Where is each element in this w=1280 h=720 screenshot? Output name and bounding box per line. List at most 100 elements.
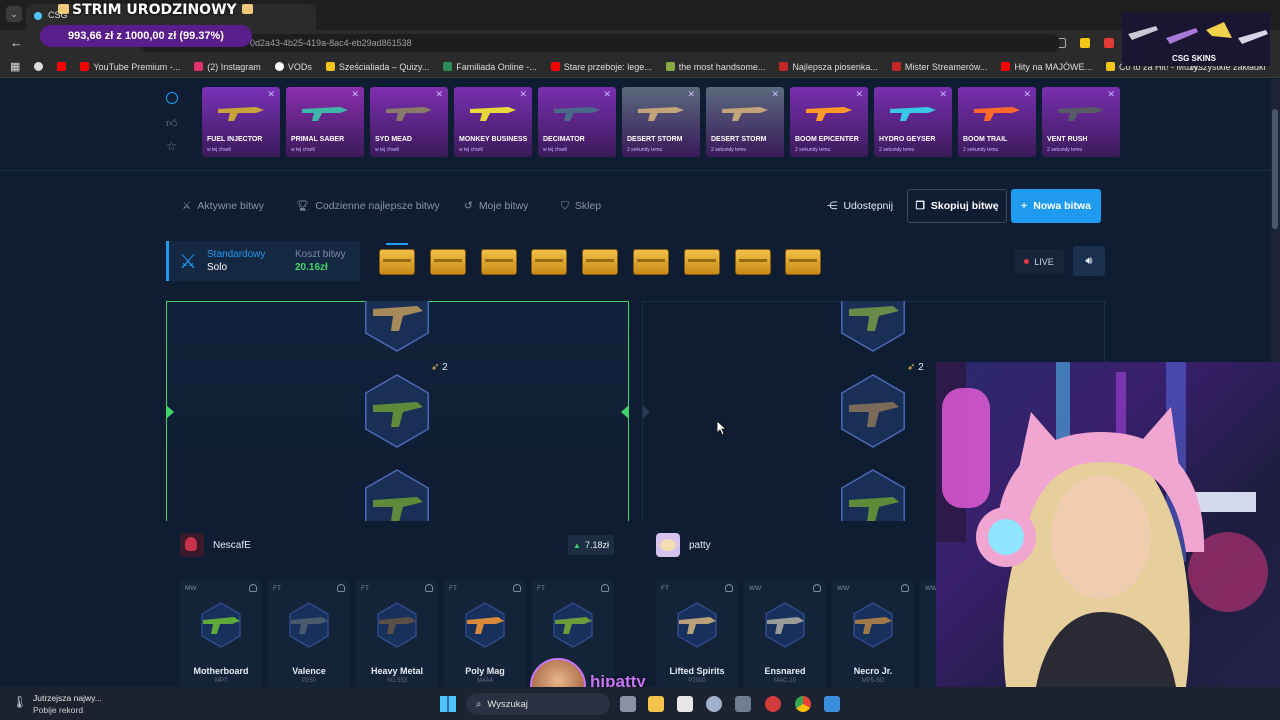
weapon-icon <box>806 107 852 121</box>
won-item-card[interactable]: WW Ensnared MAC-10 <box>744 580 826 687</box>
bookmark-item[interactable]: (2) Instagram <box>194 62 261 72</box>
url-input[interactable]: 0d2a43-4b25-419a-8ac4-eb29ad861538 <box>140 34 1060 52</box>
new-battle-label: Nowa bitwa <box>1033 200 1091 212</box>
live-drop-item[interactable]: ✕ SYD MEAD w tej chwili <box>370 87 448 157</box>
won-item-card[interactable]: FT Heavy Metal SG 553 <box>356 580 438 687</box>
sound-toggle-button[interactable]: 🔊︎ <box>1073 246 1105 276</box>
live-toggle[interactable]: LIVE <box>1014 249 1064 274</box>
bookmark-item[interactable]: Najlepsza piosenka... <box>779 62 878 72</box>
bookmark-item[interactable]: Hity na MAJÓWE... <box>1001 62 1092 72</box>
nav-active-battles[interactable]: ⚔ Aktywne bitwy <box>182 189 264 223</box>
task-view-icon[interactable] <box>620 696 636 712</box>
live-drop-item[interactable]: ✕ DECIMATOR w tej chwili <box>538 87 616 157</box>
extension-icon[interactable] <box>1104 38 1114 48</box>
chrome-icon[interactable] <box>795 696 811 712</box>
case-icon[interactable] <box>734 249 771 275</box>
item-type: MP7 <box>214 678 228 684</box>
bookmark-item[interactable]: the most handsome... <box>665 62 765 72</box>
avatar[interactable] <box>656 533 680 557</box>
favorite-icon[interactable] <box>901 584 909 592</box>
bookmark-item[interactable]: Stare przeboje: lege... <box>550 62 652 72</box>
copy-battle-button[interactable]: ❐ Skopiuj bitwę <box>907 189 1007 223</box>
back-icon[interactable]: ← <box>10 35 23 50</box>
favorite-icon[interactable] <box>513 584 521 592</box>
live-drop-item[interactable]: ✕ MONKEY BUSINESS w tej chwili <box>454 87 532 157</box>
case-icon[interactable] <box>683 249 720 275</box>
case-icon[interactable] <box>785 249 822 275</box>
close-icon[interactable]: ✕ <box>267 89 275 100</box>
share-button[interactable]: ⋲ Udostępnij <box>824 189 896 223</box>
won-item-card[interactable]: MW Motherboard MP7 <box>180 580 262 687</box>
favorite-icon[interactable] <box>425 584 433 592</box>
bookmark-item[interactable]: Sześcialiada – Quizy... <box>325 62 429 72</box>
favorite-icon[interactable] <box>249 584 257 592</box>
item-condition: FT <box>449 585 457 592</box>
case-icon[interactable] <box>531 249 568 275</box>
weather-icon[interactable]: 🌡︎ <box>12 695 27 709</box>
nav-daily-best[interactable]: 🏆︎ Codzienne najlepsze bitwy <box>296 189 440 223</box>
live-drop-time: 2 sekundy temu <box>879 147 915 153</box>
live-drop-item[interactable]: ✕ DESERT STORM 2 sekundy temu <box>706 87 784 157</box>
live-drop-name: BOOM EPICENTER <box>795 136 859 143</box>
bookmark-item[interactable]: Mister Streamerów... <box>891 62 987 72</box>
bookmark-item[interactable]: Familiada Online -... <box>443 62 537 72</box>
favorite-icon[interactable] <box>601 584 609 592</box>
app-icon[interactable] <box>735 696 751 712</box>
live-drop-item[interactable]: ✕ PRIMAL SABER w tej chwili <box>286 87 364 157</box>
live-drop-item[interactable]: ✕ FUEL INJECTOR w tej chwili <box>202 87 280 157</box>
windows-start-icon[interactable] <box>440 696 456 712</box>
app-icon[interactable] <box>824 696 840 712</box>
live-drop-item[interactable]: ✕ VENT RUSH 2 sekundy temu <box>1042 87 1120 157</box>
close-icon[interactable]: ✕ <box>855 89 863 100</box>
live-drop-name: BOOM TRAIL <box>963 136 1008 143</box>
close-icon[interactable]: ✕ <box>519 89 527 100</box>
settings-icon[interactable] <box>706 696 722 712</box>
live-drop-item[interactable]: ✕ BOOM TRAIL 2 sekundy temu <box>958 87 1036 157</box>
extension-icon[interactable] <box>1080 38 1090 48</box>
close-icon[interactable]: ✕ <box>603 89 611 100</box>
donation-goal-text: 993,66 zł z 1000,00 zł (99.37%) <box>68 30 224 42</box>
close-icon[interactable]: ✕ <box>435 89 443 100</box>
live-drop-item[interactable]: ✕ BOOM EPICENTER 2 sekundy temu <box>790 87 868 157</box>
live-drop-item[interactable]: ✕ DESERT STORM 2 sekundy temu <box>622 87 700 157</box>
player-name[interactable]: patty <box>689 540 711 551</box>
cost-value: 20.16zł <box>295 262 328 273</box>
avatar[interactable] <box>180 533 204 557</box>
file-explorer-icon[interactable] <box>648 696 664 712</box>
case-icon[interactable] <box>429 249 466 275</box>
app-icon[interactable] <box>765 696 781 712</box>
nav-my-battles[interactable]: ↺ Moje bitwy <box>464 189 528 223</box>
bookmark-item[interactable]: YouTube Premium -... <box>80 62 180 72</box>
favorite-icon[interactable] <box>813 584 821 592</box>
favorite-icon[interactable] <box>725 584 733 592</box>
close-icon[interactable]: ✕ <box>939 89 947 100</box>
store-icon[interactable] <box>677 696 693 712</box>
nav-shop[interactable]: ⛉ Sklep <box>561 189 601 223</box>
case-icon[interactable] <box>582 249 619 275</box>
case-icon[interactable] <box>633 249 669 275</box>
favorite-icon[interactable] <box>337 584 345 592</box>
won-item-card[interactable]: FT Poly Mag M4A4 <box>444 580 526 687</box>
weather-title[interactable]: Jutrzejsza najwy... <box>33 693 102 703</box>
bookmark-item[interactable]: VODs <box>274 62 312 72</box>
apps-icon[interactable]: ▦ <box>10 60 20 73</box>
close-icon[interactable]: ✕ <box>687 89 695 100</box>
close-icon[interactable]: ✕ <box>1107 89 1115 100</box>
won-item-card[interactable]: FT Valence P250 <box>268 580 350 687</box>
close-icon[interactable]: ✕ <box>351 89 359 100</box>
close-icon[interactable]: ✕ <box>771 89 779 100</box>
tab-list-button[interactable]: ⌄ <box>6 6 22 22</box>
new-battle-button[interactable]: + Nowa bitwa <box>1011 189 1101 223</box>
case-icon[interactable] <box>379 249 415 275</box>
won-item-card[interactable]: FT Lifted Spirits P2000 <box>656 580 738 687</box>
weapon-icon <box>677 602 717 648</box>
case-icon[interactable] <box>480 249 517 275</box>
taskbar-search[interactable]: ⌕ Wyszukaj <box>466 693 610 715</box>
won-item-card[interactable]: WW Necro Jr. MP5-SD <box>832 580 914 687</box>
live-drop-item[interactable]: ✕ HYDRO GEYSER 2 sekundy temu <box>874 87 952 157</box>
windows-taskbar <box>0 687 1280 720</box>
github-icon[interactable] <box>34 62 44 71</box>
close-icon[interactable]: ✕ <box>1023 89 1031 100</box>
player-name[interactable]: NescafE <box>213 540 251 551</box>
youtube-icon[interactable] <box>57 62 67 71</box>
